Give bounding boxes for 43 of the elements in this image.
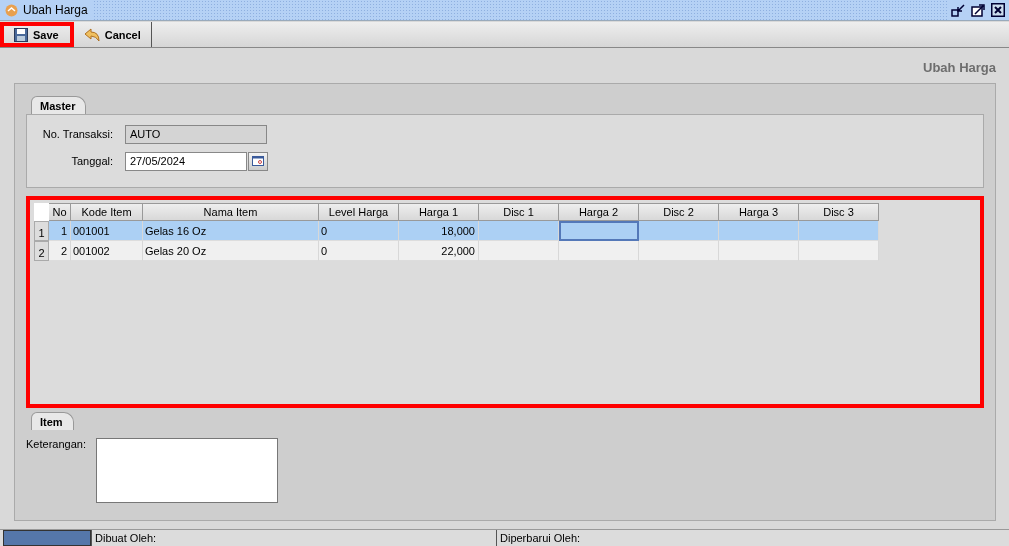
column-header[interactable]: Disc 2 [639,203,719,221]
column-header[interactable]: No [49,203,71,221]
table-cell: 0 [319,221,399,241]
row-header[interactable]: 1 [34,221,49,241]
column-header[interactable]: Kode Item [71,203,143,221]
date-field[interactable]: 27/05/2024 [125,151,247,171]
table-cell: Gelas 16 Oz [143,221,319,241]
table-cell: 22,000 [399,241,479,261]
table-cell: 18,000 [399,221,479,241]
column-header[interactable]: Level Harga [319,203,399,221]
calendar-icon [252,156,264,166]
table-cell: 0 [319,241,399,261]
save-button[interactable]: Save [0,22,74,47]
column-header[interactable]: Disc 3 [799,203,879,221]
cancel-button[interactable]: Cancel [73,22,152,47]
column-header[interactable]: Harga 3 [719,203,799,221]
column-header[interactable]: Disc 1 [479,203,559,221]
table-cell: Gelas 20 Oz [143,241,319,261]
table-cell: 2 [49,241,71,261]
notes-label: Keterangan: [26,438,87,452]
field-label: Tanggal: [70,155,114,167]
form-heading: Ubah Harga [923,60,996,75]
undo-arrow-icon [83,27,100,42]
row-header[interactable]: 2 [34,241,49,261]
item-tab[interactable]: Item [31,412,74,430]
transaction-number-field[interactable]: AUTO [125,124,267,144]
table-cell: 1 [49,221,71,241]
column-header[interactable]: Harga 2 [559,203,639,221]
app-icon [5,3,18,17]
calendar-button[interactable] [248,151,268,171]
status-text: Dibuat Oleh: [91,530,496,546]
maximize-icon[interactable] [971,3,985,17]
column-header[interactable]: Nama Item [143,203,319,221]
column-header[interactable]: Harga 1 [399,203,479,221]
restore-icon[interactable] [951,3,965,17]
table-cell: 001002 [71,241,143,261]
close-icon[interactable] [991,3,1005,17]
notes-field[interactable] [96,438,278,503]
window-title: Ubah Harga [23,3,88,17]
table-cell: 001001 [71,221,143,241]
status-text: Diperbarui Oleh: [496,530,901,546]
field-label: No. Transaksi: [41,128,114,140]
master-tab[interactable]: Master [31,96,87,114]
